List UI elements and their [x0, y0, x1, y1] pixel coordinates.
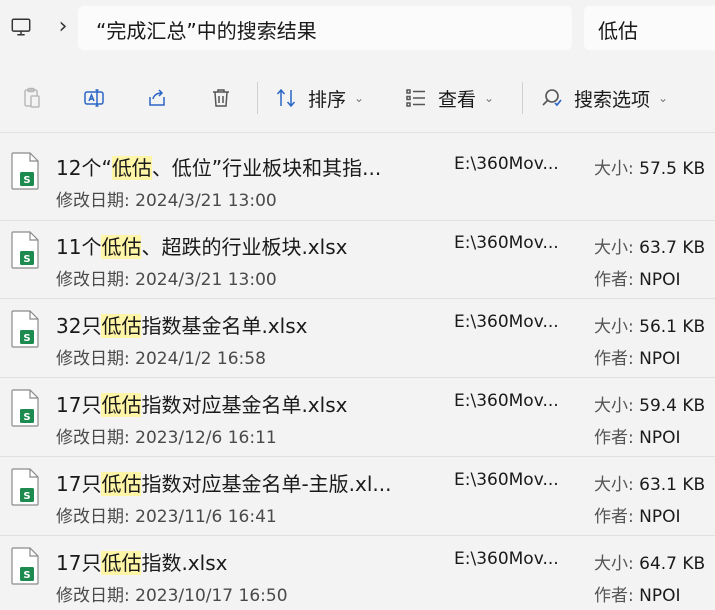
- file-size: 大小: 57.5 KB: [594, 159, 706, 179]
- search-query: 低估: [598, 19, 638, 43]
- svg-text:S: S: [23, 491, 30, 502]
- svg-text:S: S: [23, 412, 30, 423]
- file-path: E:\360Mov...: [454, 470, 559, 490]
- search-options-button[interactable]: 搜索选项 ⌄: [540, 78, 690, 118]
- command-bar: 排序 ⌄ 查看 ⌄ 搜索选项 ⌄: [0, 70, 715, 126]
- file-name: 12个“低估、低位”行业板块和其指...: [56, 156, 382, 180]
- file-modified: 修改日期: 2024/3/21 13:00: [56, 270, 277, 290]
- file-path: E:\360Mov...: [454, 549, 559, 569]
- excel-file-icon: S: [11, 310, 39, 348]
- file-name: 17只低估指数.xlsx: [56, 551, 228, 575]
- list-item[interactable]: S 17只低估指数.xlsx 修改日期: 2023/10/17 16:50 E:…: [0, 535, 715, 610]
- address-location: “完成汇总”中的搜索结果: [96, 19, 317, 43]
- share-button[interactable]: [137, 78, 177, 118]
- paste-button[interactable]: [12, 78, 52, 118]
- excel-file-icon: S: [11, 231, 39, 269]
- file-path: E:\360Mov...: [454, 233, 559, 253]
- chevron-right-icon[interactable]: ›: [52, 14, 74, 40]
- list-item[interactable]: S 11个低估、超跌的行业板块.xlsx 修改日期: 2024/3/21 13:…: [0, 219, 715, 297]
- computer-icon[interactable]: [10, 16, 32, 38]
- search-options-icon: [542, 89, 562, 107]
- file-size: 大小: 59.4 KB: [594, 396, 706, 416]
- file-path: E:\360Mov...: [454, 154, 559, 174]
- svg-text:S: S: [23, 254, 30, 265]
- excel-file-icon: S: [11, 389, 39, 427]
- list-item[interactable]: S 17只低估指数对应基金名单-主版.xl... 修改日期: 2023/11/6…: [0, 456, 715, 534]
- file-author: 作者: NPOI: [594, 586, 681, 606]
- search-options-label: 搜索选项: [574, 88, 651, 111]
- file-size: 大小: 63.7 KB: [594, 238, 706, 258]
- file-modified: 修改日期: 2024/1/2 16:58: [56, 349, 266, 369]
- svg-text:S: S: [23, 570, 30, 581]
- file-author: 作者: NPOI: [594, 428, 681, 448]
- rename-button[interactable]: [74, 78, 114, 118]
- file-path: E:\360Mov...: [454, 391, 559, 411]
- search-input[interactable]: 低估: [584, 6, 715, 50]
- sort-label: 排序: [308, 88, 347, 111]
- chevron-down-icon: ⌄: [354, 91, 365, 105]
- excel-file-icon: S: [11, 468, 39, 506]
- svg-text:S: S: [23, 175, 30, 186]
- sort-button[interactable]: 排序 ⌄: [274, 78, 378, 118]
- toolbar-bottom-divider: [0, 132, 715, 133]
- chevron-down-icon: ⌄: [658, 91, 669, 105]
- file-modified: 修改日期: 2023/10/17 16:50: [56, 586, 288, 606]
- svg-text:S: S: [23, 333, 30, 344]
- file-author: 作者: NPOI: [594, 270, 681, 290]
- view-button[interactable]: 查看 ⌄: [404, 78, 508, 118]
- rename-icon: [84, 89, 104, 107]
- list-item[interactable]: S 17只低估指数对应基金名单.xlsx 修改日期: 2023/12/6 16:…: [0, 377, 715, 455]
- file-author: 作者: NPOI: [594, 349, 681, 369]
- list-item[interactable]: S 12个“低估、低位”行业板块和其指... 修改日期: 2024/3/21 1…: [0, 140, 715, 218]
- file-modified: 修改日期: 2024/3/21 13:00: [56, 191, 277, 211]
- excel-file-icon: S: [11, 152, 39, 190]
- address-row: › “完成汇总”中的搜索结果 低估: [0, 0, 715, 56]
- share-icon: [149, 89, 165, 106]
- file-modified: 修改日期: 2023/11/6 16:41: [56, 507, 277, 527]
- file-name: 17只低估指数对应基金名单-主版.xl...: [56, 472, 392, 496]
- delete-icon: [213, 89, 229, 107]
- toolbar-divider: [522, 82, 523, 114]
- toolbar-divider: [257, 82, 258, 114]
- address-bar[interactable]: “完成汇总”中的搜索结果: [78, 6, 572, 50]
- file-path: E:\360Mov...: [454, 312, 559, 332]
- file-size: 大小: 63.1 KB: [594, 475, 706, 495]
- file-author: 作者: NPOI: [594, 507, 681, 527]
- paste-icon: [24, 87, 40, 108]
- chevron-down-icon: ⌄: [484, 91, 495, 105]
- file-size: 大小: 56.1 KB: [594, 317, 706, 337]
- file-modified: 修改日期: 2023/12/6 16:11: [56, 428, 277, 448]
- file-name: 32只低估指数基金名单.xlsx: [56, 314, 308, 338]
- excel-file-icon: S: [11, 547, 39, 585]
- file-name: 17只低估指数对应基金名单.xlsx: [56, 393, 348, 417]
- view-label: 查看: [438, 88, 477, 111]
- sort-icon: [276, 88, 296, 108]
- file-size: 大小: 64.7 KB: [594, 554, 706, 574]
- delete-button[interactable]: [201, 78, 241, 118]
- file-name: 11个低估、超跌的行业板块.xlsx: [56, 235, 348, 259]
- view-icon: [406, 89, 425, 107]
- list-item[interactable]: S 32只低估指数基金名单.xlsx 修改日期: 2024/1/2 16:58 …: [0, 298, 715, 376]
